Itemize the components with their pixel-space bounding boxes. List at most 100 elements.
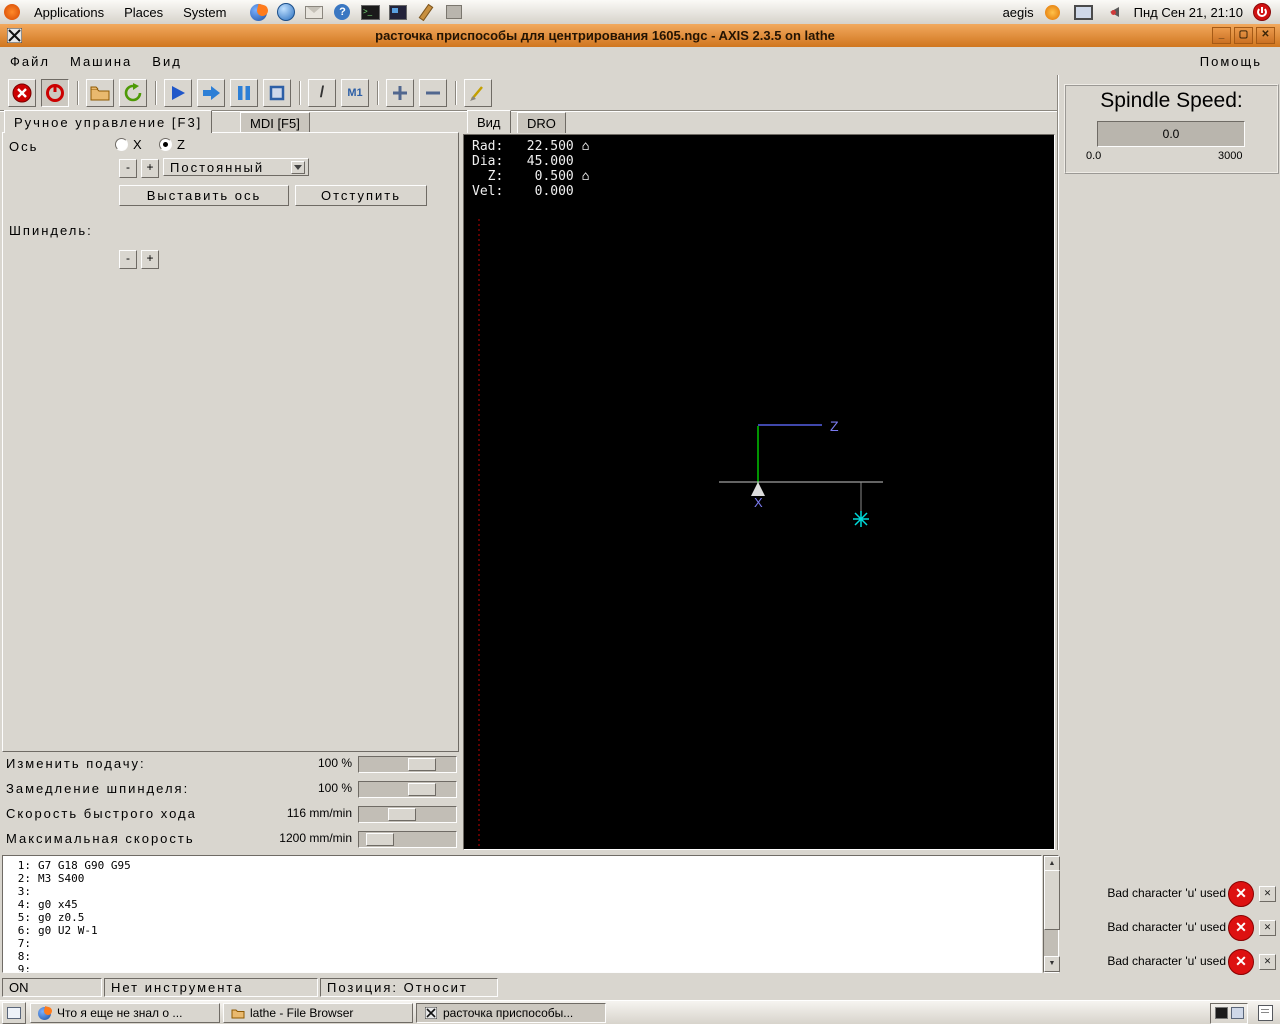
touch-off-button[interactable]: Отступить: [295, 185, 427, 206]
maximize-button[interactable]: ▢: [1234, 27, 1253, 44]
window-title: расточка приспособы для центрирования 16…: [375, 28, 835, 43]
tab-manual-control[interactable]: Ручное управление [F3]: [4, 110, 213, 133]
update-notifier-icon[interactable]: [1043, 2, 1063, 22]
toggle-skip-lines-button[interactable]: /: [308, 78, 336, 107]
tab-preview[interactable]: Вид: [467, 110, 511, 133]
machine-power-button[interactable]: [41, 78, 69, 107]
taskbar-item-axis[interactable]: расточка приспособы...: [416, 1003, 606, 1023]
mail-launcher-icon[interactable]: [304, 2, 324, 22]
spindle-label: Шпиндель:: [9, 223, 93, 238]
clock-label[interactable]: Пнд Сен 21, 21:10: [1134, 5, 1243, 20]
spindle-speed-title: Spindle Speed:: [1100, 89, 1243, 112]
jog-speed-row: Скорость быстрого хода 116 mm/min: [0, 806, 460, 830]
tray-terminal-icon[interactable]: [1214, 1007, 1228, 1019]
error-notification: Bad character 'u' used ✕ ✕: [1060, 879, 1280, 907]
tray-display-icon[interactable]: [1230, 1007, 1244, 1019]
stop-icon: [269, 85, 285, 100]
error-icon: ✕: [1228, 915, 1254, 941]
run-button[interactable]: [164, 78, 192, 107]
scrollbar-thumb[interactable]: [1044, 870, 1060, 930]
tab-dro[interactable]: DRO: [517, 112, 566, 133]
tool-cone-icon: [751, 482, 765, 496]
open-file-button[interactable]: [86, 78, 114, 107]
run-step-button[interactable]: [197, 78, 225, 107]
tab-mdi[interactable]: MDI [F5]: [240, 112, 310, 133]
slider-knob[interactable]: [388, 808, 416, 821]
open-folder-icon: [90, 86, 110, 100]
radio-axis-x[interactable]: X: [115, 137, 142, 152]
toggle-optional-pause-button[interactable]: M1: [341, 78, 369, 107]
menu-applications[interactable]: Applications: [26, 0, 112, 24]
zoom-out-button[interactable]: [419, 78, 447, 107]
stop-button[interactable]: [263, 78, 291, 107]
reload-button[interactable]: [119, 78, 147, 107]
run-icon: [172, 85, 185, 100]
spindle-plus-button[interactable]: +: [141, 250, 159, 269]
logout-button-icon[interactable]: [1252, 2, 1272, 22]
window-titlebar[interactable]: расточка приспособы для центрирования 16…: [0, 24, 1280, 48]
radio-axis-z[interactable]: Z: [159, 137, 185, 152]
spindle-override-slider[interactable]: [358, 781, 457, 798]
zoom-in-icon: [393, 85, 407, 100]
gcode-line: 4: g0 x45: [17, 898, 78, 911]
manual-control-panel: Ось X Z - + Постоянный Выставить ось Отс…: [2, 132, 459, 752]
menu-help[interactable]: Помощь: [1190, 54, 1280, 69]
close-button[interactable]: ✕: [1256, 27, 1275, 44]
max-velocity-slider[interactable]: [358, 831, 457, 848]
radio-x-icon: [115, 138, 128, 151]
gcode-scrollbar[interactable]: ▲ ▼: [1043, 855, 1060, 973]
spindle-minus-button[interactable]: -: [119, 250, 137, 269]
menubar: Файл Машина Вид Помощь: [0, 47, 1280, 75]
taskbar-item-filebrowser[interactable]: lathe - File Browser: [223, 1003, 413, 1023]
volume-applet-icon[interactable]: [1105, 2, 1125, 22]
menu-machine[interactable]: Машина: [60, 54, 142, 69]
preview-canvas[interactable]: Rad: 22.500 ⌂ Dia: 45.000 Z: 0.500 ⌂ Vel: …: [463, 134, 1055, 850]
folder-icon: [230, 1006, 245, 1021]
spindle-speed-bar: 0.0: [1097, 121, 1245, 147]
display-applet-icon[interactable]: [1074, 2, 1094, 22]
scroll-down-icon[interactable]: ▼: [1044, 956, 1060, 972]
estop-button[interactable]: [8, 78, 36, 107]
jog-speed-slider[interactable]: [358, 806, 457, 823]
help-launcher-icon[interactable]: ?: [332, 2, 352, 22]
firefox-launcher-icon[interactable]: [248, 2, 270, 22]
minimize-button[interactable]: _: [1212, 27, 1231, 44]
jog-mode-dropdown[interactable]: Постоянный: [163, 158, 309, 176]
backplot-graphics: Z X: [478, 219, 883, 847]
package-launcher-icon[interactable]: [444, 2, 464, 22]
distro-logo-icon[interactable]: [4, 4, 20, 20]
slider-knob[interactable]: [408, 783, 436, 796]
menu-view[interactable]: Вид: [142, 54, 192, 69]
notes-applet-icon[interactable]: [1254, 1003, 1276, 1023]
error-dismiss-button[interactable]: ✕: [1259, 886, 1276, 902]
error-dismiss-button[interactable]: ✕: [1259, 954, 1276, 970]
show-desktop-button[interactable]: [2, 1002, 26, 1024]
clear-plot-button[interactable]: [464, 78, 492, 107]
feed-override-slider[interactable]: [358, 756, 457, 773]
screenshot-launcher-icon[interactable]: [388, 2, 408, 22]
gcode-listing[interactable]: 1: G7 G18 G90 G95 2: M3 S400 3: 4: g0 x45 5…: [2, 855, 1042, 973]
error-dismiss-button[interactable]: ✕: [1259, 920, 1276, 936]
z-axis-label: Z: [830, 418, 839, 434]
taskbar-item-firefox[interactable]: Что я еще не знал о ...: [30, 1003, 220, 1023]
menu-file[interactable]: Файл: [0, 54, 60, 69]
zoom-in-button[interactable]: [386, 78, 414, 107]
spindle-max-label: 3000: [1218, 150, 1243, 162]
pause-button[interactable]: [230, 78, 258, 107]
web-browser-launcher-icon[interactable]: [276, 2, 296, 22]
tools-launcher-icon[interactable]: [416, 2, 436, 22]
jog-plus-button[interactable]: +: [141, 159, 159, 178]
reload-icon: [124, 82, 142, 101]
dropdown-arrow-icon: [291, 160, 305, 174]
screen: Applications Places System ? >_ aegis Пн…: [0, 0, 1280, 1024]
slider-knob[interactable]: [366, 833, 394, 846]
slider-knob[interactable]: [408, 758, 436, 771]
error-notification: Bad character 'u' used ✕ ✕: [1060, 913, 1280, 941]
jog-minus-button[interactable]: -: [119, 159, 137, 178]
username-label: aegis: [1002, 4, 1034, 20]
menu-places[interactable]: Places: [116, 0, 171, 24]
home-axis-button[interactable]: Выставить ось: [119, 185, 289, 206]
terminal-launcher-icon[interactable]: >_: [360, 2, 380, 22]
status-position: Позиция: Относит: [320, 978, 498, 997]
menu-system[interactable]: System: [175, 0, 234, 24]
